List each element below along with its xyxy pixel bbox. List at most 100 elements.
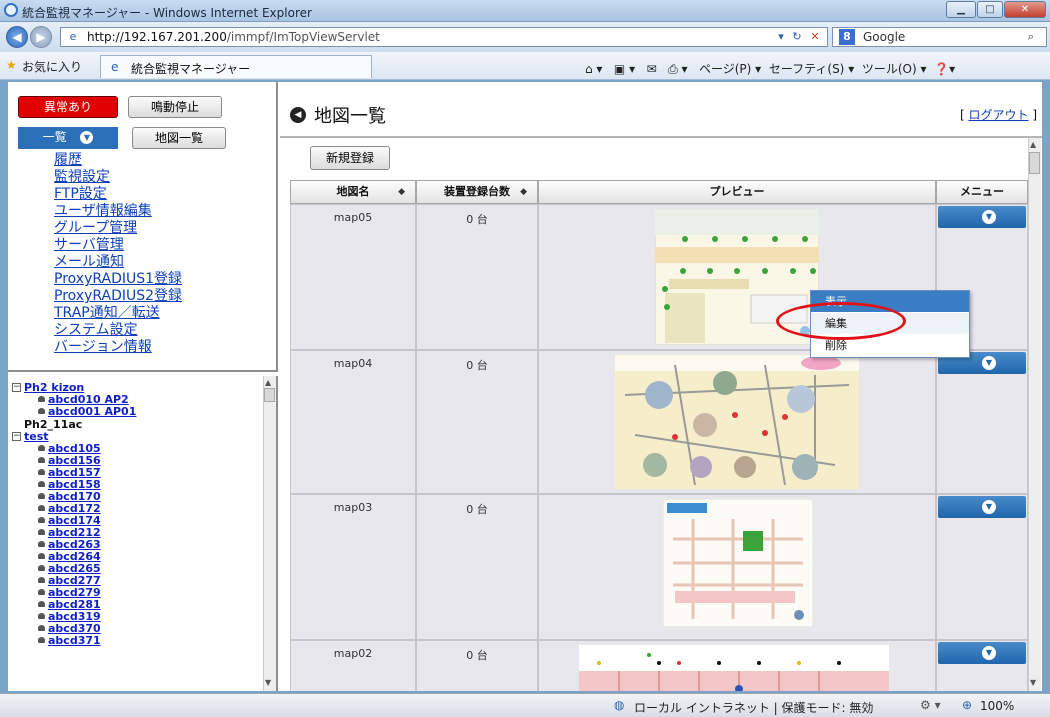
scroll-down-icon[interactable]: ▼ — [1030, 678, 1036, 687]
map-preview-image[interactable] — [663, 499, 813, 627]
safety-menu[interactable]: セーフティ(S) — [769, 62, 845, 76]
tree-scrollbar[interactable]: ▲ ▼ — [263, 376, 276, 691]
row-menu-button[interactable]: ▼ — [938, 496, 1026, 518]
status-bar: ◍ ローカル イントラネット | 保護モード: 無効 ⚙ ▾ ⊕ 100% — [0, 693, 1050, 717]
ap-icon — [38, 577, 45, 583]
table-cell-count: 0 台 — [416, 640, 538, 691]
page-menu[interactable]: ページ(P) — [699, 62, 751, 76]
refresh-icon[interactable]: ↻ — [789, 29, 805, 45]
ap-icon — [38, 529, 45, 535]
url-path: /immpf/ImTopViewServlet — [226, 30, 380, 44]
buzzer-stop-button[interactable]: 鳴動停止 — [128, 96, 222, 118]
column-header-menu: メニュー — [936, 180, 1028, 204]
chevron-down-icon: ▼ — [982, 646, 996, 660]
ap-icon — [38, 625, 45, 631]
search-input[interactable]: 8 Google ⌕ — [832, 27, 1047, 47]
menu-link-system[interactable]: システム設定 — [54, 322, 138, 339]
view-select-label: 一覧 — [42, 130, 67, 144]
table-cell-name: map02 — [290, 640, 416, 691]
home-icon[interactable]: ⌂ ▾ — [585, 62, 602, 76]
zoom-icon[interactable]: ⊕ — [962, 698, 972, 712]
back-nav-button[interactable]: ◀ — [6, 26, 28, 48]
table-cell-count: 0 台 — [416, 350, 538, 494]
tools-menu[interactable]: ツール(O) — [862, 62, 917, 76]
search-icon[interactable]: ⌕ — [1023, 29, 1039, 45]
row-menu-button[interactable]: ▼ — [938, 642, 1026, 664]
forward-nav-button[interactable]: ▶ — [30, 26, 52, 48]
tree-item[interactable]: abcd371 — [48, 634, 101, 647]
main-scrollbar[interactable]: ▲ ▼ — [1028, 138, 1041, 691]
tree-item[interactable]: abcd001 AP01 — [48, 405, 136, 418]
browser-tab[interactable]: e 統合監視マネージャー — [100, 55, 372, 78]
back-circle-icon[interactable]: ◀ — [290, 107, 306, 123]
zoom-level[interactable]: 100% — [980, 699, 1014, 713]
sort-icon[interactable]: ◆ — [520, 181, 527, 203]
menu-link-trap[interactable]: TRAP通知／転送 — [54, 305, 160, 322]
scroll-up-icon[interactable]: ▲ — [1030, 140, 1036, 149]
close-button[interactable]: ✕ — [1004, 1, 1046, 18]
window-titlebar: 統合監視マネージャー - Windows Internet Explorer ▁… — [0, 0, 1050, 22]
table-cell-count: 0 台 — [416, 204, 538, 350]
map-name: map05 — [333, 211, 373, 224]
menu-link-ftp[interactable]: FTP設定 — [54, 186, 107, 203]
address-input[interactable]: e http://192.167.201.200/immpf/ImTopView… — [60, 27, 828, 47]
scroll-up-icon[interactable]: ▲ — [265, 378, 271, 387]
menu-link-version[interactable]: バージョン情報 — [54, 339, 152, 356]
menu-link-user-edit[interactable]: ユーザ情報編集 — [54, 203, 152, 220]
scroll-down-icon[interactable]: ▼ — [265, 678, 271, 687]
ap-icon — [38, 469, 45, 475]
menu-link-radius2[interactable]: ProxyRADIUS2登録 — [54, 288, 182, 305]
print-icon[interactable]: ⎙ ▾ — [668, 62, 687, 76]
ap-icon — [38, 613, 45, 619]
stop-icon[interactable]: ✕ — [807, 29, 823, 45]
collapse-icon[interactable]: − — [12, 383, 21, 392]
map-list-button[interactable]: 地図一覧 — [132, 127, 226, 149]
menu-link-monitor-settings[interactable]: 監視設定 — [54, 169, 110, 186]
menu-link-group[interactable]: グループ管理 — [54, 220, 137, 237]
feeds-icon[interactable]: ▣ ▾ — [614, 62, 635, 76]
column-header-preview: プレビュー — [538, 180, 936, 204]
device-count: 0 台 — [466, 359, 488, 372]
tree-group-test[interactable]: test — [24, 430, 49, 443]
new-register-button[interactable]: 新規登録 — [310, 146, 390, 170]
map-preview-image[interactable] — [615, 355, 859, 489]
table-cell-menu: ▼ — [936, 494, 1028, 640]
ap-icon — [38, 457, 45, 463]
logout-link[interactable]: ログアウト — [969, 108, 1029, 122]
chevron-down-icon: ▼ — [80, 131, 94, 144]
alarm-button[interactable]: 異常あり — [18, 96, 118, 118]
map-name: map02 — [333, 647, 373, 660]
title-divider — [280, 136, 1042, 138]
dropdown-icon[interactable]: ▾ — [773, 29, 789, 45]
security-zone-text[interactable]: ローカル イントラネット | 保護モード: 無効 — [634, 699, 873, 716]
column-header-label: 地図名 — [336, 185, 370, 198]
ap-icon — [38, 553, 45, 559]
ap-icon — [38, 505, 45, 511]
sort-icon[interactable]: ◆ — [398, 181, 405, 203]
scroll-thumb[interactable] — [1029, 152, 1040, 174]
view-select[interactable]: 一覧 ▼ — [18, 127, 118, 149]
maximize-button[interactable]: □ — [977, 1, 1003, 18]
collapse-icon[interactable]: − — [12, 432, 21, 441]
menu-link-server[interactable]: サーバ管理 — [54, 237, 124, 254]
menu-link-radius1[interactable]: ProxyRADIUS1登録 — [54, 271, 182, 288]
row-menu-button[interactable]: ▼ — [938, 206, 1026, 228]
device-count: 0 台 — [466, 649, 488, 662]
map-preview-image[interactable] — [579, 645, 889, 691]
mail-icon[interactable]: ✉ — [647, 62, 657, 76]
menu-link-history[interactable]: 履歴 — [54, 152, 82, 169]
ap-icon — [38, 493, 45, 499]
column-header-map-name[interactable]: 地図名 ◆ — [290, 180, 416, 204]
ap-icon — [38, 565, 45, 571]
minimize-button[interactable]: ▁ — [946, 1, 976, 18]
menu-link-mail[interactable]: メール通知 — [54, 254, 124, 271]
map-table: 地図名 ◆ 装置登録台数 ◆ プレビュー メニュー map05 0 台 ▼ ma… — [290, 180, 1028, 691]
google-icon: 8 — [839, 29, 855, 45]
help-icon[interactable]: ❓▾ — [934, 62, 955, 76]
page-title: 地図一覧 — [314, 106, 386, 127]
chevron-down-icon: ▼ — [982, 500, 996, 514]
protected-mode-icon[interactable]: ⚙ ▾ — [920, 698, 941, 712]
scroll-thumb[interactable] — [264, 388, 275, 402]
column-header-device-count[interactable]: 装置登録台数 ◆ — [416, 180, 538, 204]
favorites-button[interactable]: お気に入り — [22, 58, 82, 75]
